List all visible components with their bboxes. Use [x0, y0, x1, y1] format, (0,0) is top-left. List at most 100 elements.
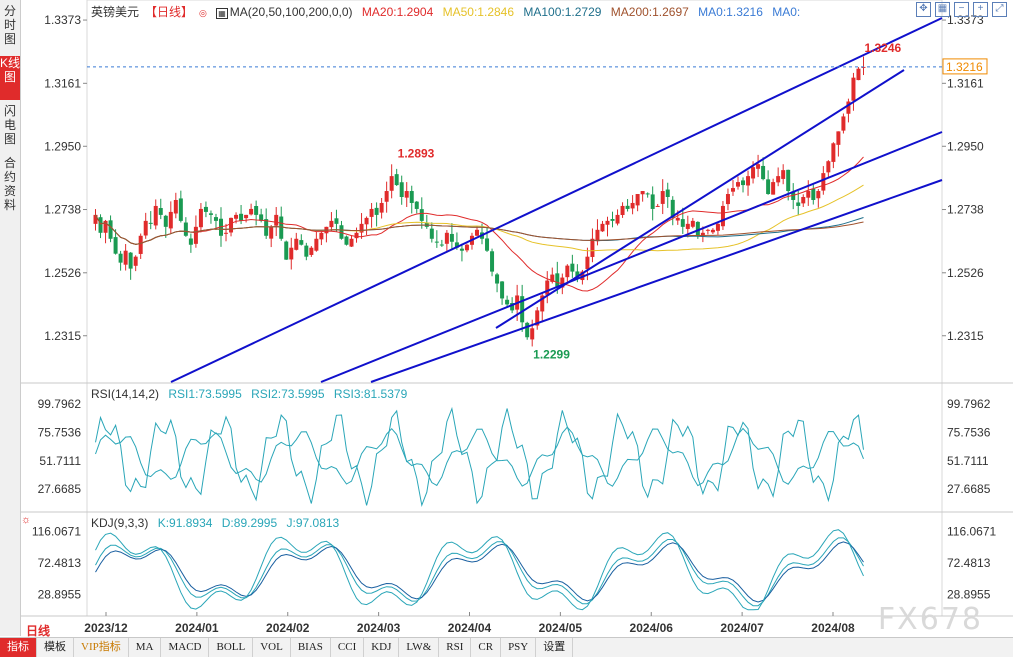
candle-body	[294, 238, 299, 250]
kdj-y-tick-left: 116.0671	[32, 524, 81, 538]
candle-body	[464, 244, 469, 251]
toolbar-button-4[interactable]: MACD	[161, 638, 210, 657]
toolbar-button-3[interactable]: MA	[129, 638, 162, 657]
fit-icon[interactable]: ⤢	[992, 2, 1007, 17]
y-tick-label-left: 1.2950	[44, 139, 81, 153]
annotation-high: 1.2893	[398, 146, 435, 160]
rsi-y-tick-right: 99.7962	[947, 397, 991, 411]
settings-icon[interactable]: ◎	[199, 8, 207, 18]
candle-body	[600, 223, 605, 232]
toolbar-button-11[interactable]: RSI	[439, 638, 472, 657]
toolbar-button-12[interactable]: CR	[471, 638, 502, 657]
y-tick-label-right: 1.3161	[947, 76, 984, 90]
candle-body	[786, 169, 791, 192]
rsi1-value: RSI1:73.5995	[168, 387, 242, 401]
candle-body	[685, 223, 690, 229]
candle-body	[244, 214, 249, 219]
kdj-title: KDJ(9,3,3)	[91, 516, 149, 530]
candle-body	[213, 217, 218, 221]
candle-body	[334, 218, 339, 224]
rsi-y-tick-right: 75.7536	[947, 425, 991, 439]
candle-body	[364, 217, 369, 225]
rsi-legend: RSI(14,14,2) RSI1:73.5995 RSI2:73.5995 R…	[91, 387, 413, 401]
toolbar-button-7[interactable]: BIAS	[291, 638, 331, 657]
toolbar-button-5[interactable]: BOLL	[209, 638, 254, 657]
left-sidebar: 分时图 K线图 闪电图 合约资料	[0, 0, 21, 636]
candle-body	[836, 131, 841, 145]
candle-body	[625, 205, 630, 209]
toolbar-button-8[interactable]: CCI	[331, 638, 365, 657]
candle-body	[816, 191, 821, 199]
chart-svg[interactable]: 1.3373 1.33731.3161 1.31611.2950 1.29501.27…	[21, 0, 1013, 636]
candle-body	[635, 194, 640, 206]
candle-body	[123, 250, 128, 265]
candle-body	[781, 170, 786, 179]
toolbar-button-0[interactable]: 指标	[0, 638, 37, 657]
candle-body	[354, 232, 359, 239]
y-tick-label-right: 1.2738	[947, 203, 984, 217]
candle-body	[796, 202, 801, 206]
candle-body	[776, 176, 781, 183]
candle-body	[811, 188, 816, 200]
toolbar-button-9[interactable]: KDJ	[364, 638, 400, 657]
toolbar-button-13[interactable]: PSY	[501, 638, 537, 657]
move-icon[interactable]: ✥	[916, 2, 931, 17]
candle-body	[269, 226, 274, 239]
indicator-icon[interactable]: ▦	[216, 8, 228, 19]
chart-area[interactable]: 1.3373 1.3373 1.3161 1.3161 1.2950 1.2950 1.27…	[21, 0, 1013, 636]
candle-body	[229, 217, 234, 233]
tab-contract-info[interactable]: 合约资料	[0, 156, 20, 214]
grid-icon[interactable]: ▦	[935, 2, 950, 17]
tab-kline[interactable]: K线图	[0, 56, 20, 100]
rsi1-line	[95, 406, 864, 508]
candle-body	[319, 232, 324, 240]
candle-body	[725, 194, 730, 205]
x-tick-label: 2024/02	[266, 621, 310, 635]
candle-body	[108, 220, 113, 239]
watermark: FX678	[877, 602, 983, 637]
candle-body	[660, 191, 665, 204]
candle-body	[188, 238, 193, 245]
candle-body	[254, 206, 259, 215]
candle-body	[384, 191, 389, 202]
candle-body	[344, 236, 349, 245]
candle-body	[118, 253, 123, 263]
candle-body	[851, 77, 856, 101]
candle-body	[720, 205, 725, 227]
candle-body	[474, 229, 479, 236]
toolbar-button-1[interactable]: 模板	[37, 638, 74, 657]
y-tick-label-left: 1.3161	[44, 76, 81, 90]
tab-timeshare[interactable]: 分时图	[0, 4, 20, 48]
candle-body	[178, 198, 183, 221]
zoom-in-icon[interactable]: +	[973, 2, 988, 17]
candle-body	[314, 238, 319, 251]
sun-icon[interactable]: ☼	[21, 514, 31, 526]
candle-body	[113, 237, 118, 254]
trend-line-2	[370, 179, 943, 383]
toolbar-button-6[interactable]: VOL	[253, 638, 291, 657]
candle-body	[193, 226, 198, 244]
candle-body	[530, 328, 535, 340]
candle-body	[500, 281, 505, 299]
candle-body	[158, 208, 163, 215]
candle-body	[239, 213, 244, 221]
kdj-y-tick-left: 72.4813	[38, 556, 82, 570]
zoom-out-icon[interactable]: −	[954, 2, 969, 17]
candle-body	[249, 208, 254, 215]
tab-flash-chart[interactable]: 闪电图	[0, 104, 20, 148]
candle-body	[590, 238, 595, 257]
y-tick-label-left: 1.2526	[44, 266, 81, 280]
candle-body	[565, 265, 570, 278]
toolbar-button-14[interactable]: 设置	[536, 638, 574, 657]
ma20-value: MA20:1.2904	[361, 5, 434, 19]
candle-body	[153, 205, 158, 226]
candle-body	[459, 248, 464, 251]
toolbar-button-2[interactable]: VIP指标	[74, 638, 129, 657]
candle-body	[741, 180, 746, 186]
toolbar-button-10[interactable]: LW&	[399, 638, 440, 657]
x-tick-label: 2023/12	[84, 621, 128, 635]
rsi3-value: RSI3:81.5379	[333, 387, 408, 401]
candle-body	[715, 223, 720, 231]
candle-body	[841, 116, 846, 131]
x-tick-label: 2024/06	[630, 621, 674, 635]
